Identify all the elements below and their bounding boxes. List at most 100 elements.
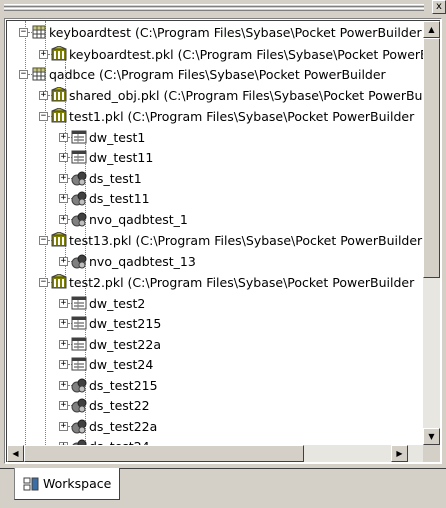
tree-item-label: nvo_qadbtest_13 (89, 253, 196, 269)
tree-item[interactable]: + ds_test215 (59, 375, 158, 395)
tree-item[interactable]: + dw_test11 (59, 147, 153, 167)
tree-item-label: dw_test22a (89, 336, 161, 352)
datastore-icon (71, 438, 87, 445)
datastore-icon (71, 190, 87, 206)
workspace-panel: − keyboardtest (C:\Program Files\Sybase\P… (4, 18, 442, 464)
tree-item-label: ds_test22 (89, 397, 150, 413)
tab-bar: Workspace (0, 468, 446, 508)
expand-toggle[interactable]: + (59, 214, 68, 224)
expand-toggle[interactable]: + (39, 90, 48, 100)
tree-item-label: ds_test1 (89, 170, 142, 186)
expand-toggle[interactable]: + (59, 298, 68, 308)
library-icon (51, 273, 67, 290)
scroll-left-button[interactable]: ◀ (7, 445, 24, 462)
scrollbar-corner (423, 445, 440, 462)
expand-toggle[interactable]: + (59, 193, 68, 203)
tree-item-label: ds_test22a (89, 418, 158, 434)
tab-workspace[interactable]: Workspace (14, 468, 120, 500)
tree-item-label: nvo_qadbtest_1 (89, 211, 188, 227)
collapse-toggle[interactable]: − (39, 111, 48, 121)
datastore-icon (71, 377, 87, 393)
tree-item-label: shared_obj.pkl (C:\Program Files\Sybase\… (69, 87, 425, 103)
tree-item-label: keyboardtest (C:\Program Files\Sybase\Po… (49, 24, 422, 40)
datawindow-icon (71, 315, 87, 331)
scroll-down-button[interactable]: ▼ (423, 428, 440, 445)
tree-item-label: ds_test11 (89, 190, 150, 206)
datastore-icon (71, 253, 87, 269)
tree-item[interactable]: − test2.pkl (C:\Program Files\Sybase\Pock… (39, 272, 414, 292)
datawindow-icon (71, 356, 87, 372)
target-icon (31, 66, 47, 82)
library-icon (51, 231, 67, 248)
tree-item-label: dw_test1 (89, 129, 146, 145)
tree-item[interactable]: + dw_test215 (59, 313, 161, 333)
library-icon (51, 45, 67, 62)
tree-item[interactable]: + dw_test24 (59, 354, 153, 374)
tree-item[interactable]: − qadbce (C:\Program Files\Sybase\Pocket … (19, 64, 386, 84)
tree-item-label: test2.pkl (C:\Program Files\Sybase\Pocke… (69, 274, 415, 290)
close-button[interactable]: x (432, 0, 446, 14)
tree-item-label: test13.pkl (C:\Program Files\Sybase\Pock… (69, 232, 423, 248)
datastore-icon (71, 397, 87, 413)
library-icon (51, 107, 67, 124)
tree-item-label: keyboardtest.pkl (C:\Program Files\Sybas… (69, 46, 425, 62)
expand-toggle[interactable]: + (59, 359, 68, 369)
tree-item-label: ds_test215 (89, 377, 158, 393)
tab-label: Workspace (43, 476, 112, 491)
horizontal-scroll-thumb[interactable] (24, 445, 304, 462)
title-grip-2[interactable] (4, 8, 424, 11)
expand-toggle[interactable]: + (59, 318, 68, 328)
tree-item-label: test1.pkl (C:\Program Files\Sybase\Pocke… (69, 108, 415, 124)
expand-toggle[interactable]: + (59, 152, 68, 162)
datawindow-icon (71, 149, 87, 165)
collapse-toggle[interactable]: − (19, 27, 28, 37)
tree-item[interactable]: + dw_test2 (59, 293, 145, 313)
scroll-right-button[interactable]: ▶ (391, 445, 408, 462)
expand-toggle[interactable]: + (59, 173, 68, 183)
expand-toggle[interactable]: + (59, 400, 68, 410)
vertical-scroll-thumb[interactable] (423, 38, 440, 278)
title-grip[interactable] (4, 4, 424, 7)
datawindow-icon (71, 129, 87, 145)
collapse-toggle[interactable]: − (19, 69, 28, 79)
tree-item[interactable]: + ds_test22 (59, 395, 150, 415)
library-icon (51, 86, 67, 103)
tree-item[interactable]: + dw_test1 (59, 127, 145, 147)
vertical-scrollbar[interactable]: ▲ ▼ (423, 21, 440, 445)
datastore-icon (71, 211, 87, 227)
tree-item[interactable]: − test1.pkl (C:\Program Files\Sybase\Pock… (39, 106, 414, 126)
collapse-toggle[interactable]: − (39, 235, 48, 245)
tree-item[interactable]: − keyboardtest (C:\Program Files\Sybase\P… (19, 22, 422, 42)
tree-item[interactable]: + dw_test22a (59, 334, 161, 354)
tree-item[interactable]: + nvo_qadbtest_1 (59, 209, 188, 229)
datawindow-icon (71, 336, 87, 352)
expand-toggle[interactable]: + (59, 380, 68, 390)
expand-toggle[interactable]: + (59, 256, 68, 266)
horizontal-scrollbar[interactable]: ◀ ▶ (7, 445, 425, 462)
tree-item[interactable]: + ds_test1 (59, 168, 142, 188)
tree-item-label: qadbce (C:\Program Files\Sybase\Pocket P… (49, 66, 386, 82)
datawindow-icon (71, 295, 87, 311)
datastore-icon (71, 418, 87, 434)
tree-item[interactable]: + shared_obj.pkl (C:\Program Files\Sybase… (39, 85, 425, 105)
expand-toggle[interactable]: + (59, 132, 68, 142)
collapse-toggle[interactable]: − (39, 277, 48, 287)
tree-item[interactable]: + ds_test11 (59, 188, 150, 208)
expand-toggle[interactable]: + (59, 339, 68, 349)
expand-toggle[interactable]: + (39, 49, 48, 59)
tree-item-label: dw_test2 (89, 295, 146, 311)
expand-toggle[interactable]: + (59, 421, 68, 431)
system-tree[interactable]: − keyboardtest (C:\Program Files\Sybase\P… (7, 21, 425, 445)
target-icon (31, 24, 47, 40)
tree-item-label: dw_test24 (89, 356, 154, 372)
tree-item[interactable]: + nvo_qadbtest_13 (59, 251, 196, 271)
workspace-icon (23, 476, 39, 492)
panel-titlebar: x (0, 0, 446, 14)
tree-item-label: dw_test215 (89, 315, 162, 331)
tree-item[interactable]: + ds_test22a (59, 416, 157, 436)
datastore-icon (71, 170, 87, 186)
tree-item[interactable]: − test13.pkl (C:\Program Files\Sybase\Poc… (39, 230, 422, 250)
tree-item[interactable]: +ds_test24 (59, 436, 150, 445)
tree-item[interactable]: + keyboardtest.pkl (C:\Program Files\Syba… (39, 44, 425, 64)
scroll-up-button[interactable]: ▲ (423, 21, 440, 38)
